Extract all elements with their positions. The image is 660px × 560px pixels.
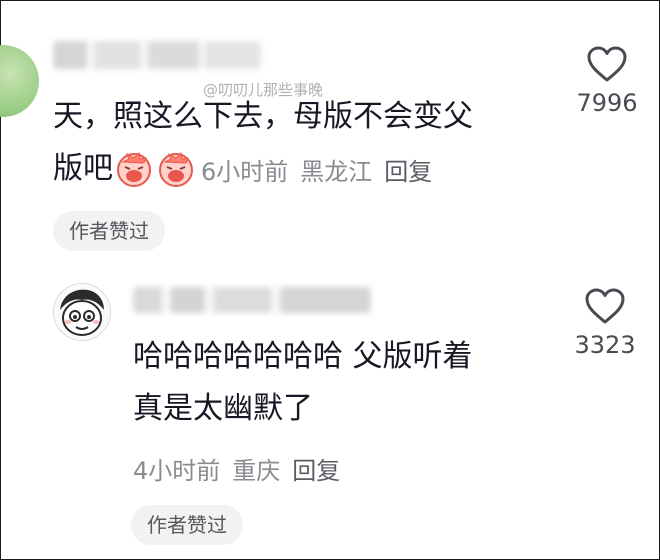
like-count: 3323 xyxy=(574,331,636,359)
like-button[interactable]: 7996 xyxy=(567,45,647,117)
crying-face-emoji-icon xyxy=(159,151,193,187)
avatar[interactable] xyxy=(0,45,39,117)
cartoon-face-avatar-icon xyxy=(60,289,104,336)
heart-outline-icon[interactable] xyxy=(584,287,626,325)
username-blurred[interactable] xyxy=(53,41,261,69)
comment-line2-row: 版吧 6小时前 黑龙江 回复 xyxy=(53,143,432,195)
author-liked-badge: 作者赞过 xyxy=(131,505,243,545)
comment-text-line2: 版吧 xyxy=(53,151,113,186)
comment-text-line1: 天，照这么下去，母版不会变父 xyxy=(53,99,473,134)
like-button[interactable]: 3323 xyxy=(565,287,645,359)
comment-meta: 6小时前 黑龙江 回复 xyxy=(201,152,432,187)
author-liked-badge: 作者赞过 xyxy=(53,211,165,251)
comment-location: 重庆 xyxy=(232,457,281,485)
like-count: 7996 xyxy=(576,89,638,117)
comment-location: 黑龙江 xyxy=(300,157,373,186)
username-blurred[interactable] xyxy=(133,287,371,313)
reply-button[interactable]: 回复 xyxy=(292,457,340,485)
avatar[interactable] xyxy=(53,283,111,341)
comment-time: 4小时前 xyxy=(133,457,221,485)
comment-time: 6小时前 xyxy=(201,157,289,186)
comment-text-line1: 哈哈哈哈哈哈哈 父版听着 xyxy=(133,339,473,374)
screenshot-frame: @叨叨儿那些事晚 天，照这么下去，母版不会变父 版吧 6小时前 黑龙江 回复 作者赞 xyxy=(0,0,660,560)
emoji-group xyxy=(115,150,195,188)
crying-face-emoji-icon xyxy=(117,151,151,187)
comment-text-line2: 真是太幽默了 xyxy=(133,391,313,426)
heart-outline-icon[interactable] xyxy=(586,45,628,83)
reply-button[interactable]: 回复 xyxy=(384,158,432,186)
comment-meta: 4小时前 重庆 回复 xyxy=(133,451,340,486)
